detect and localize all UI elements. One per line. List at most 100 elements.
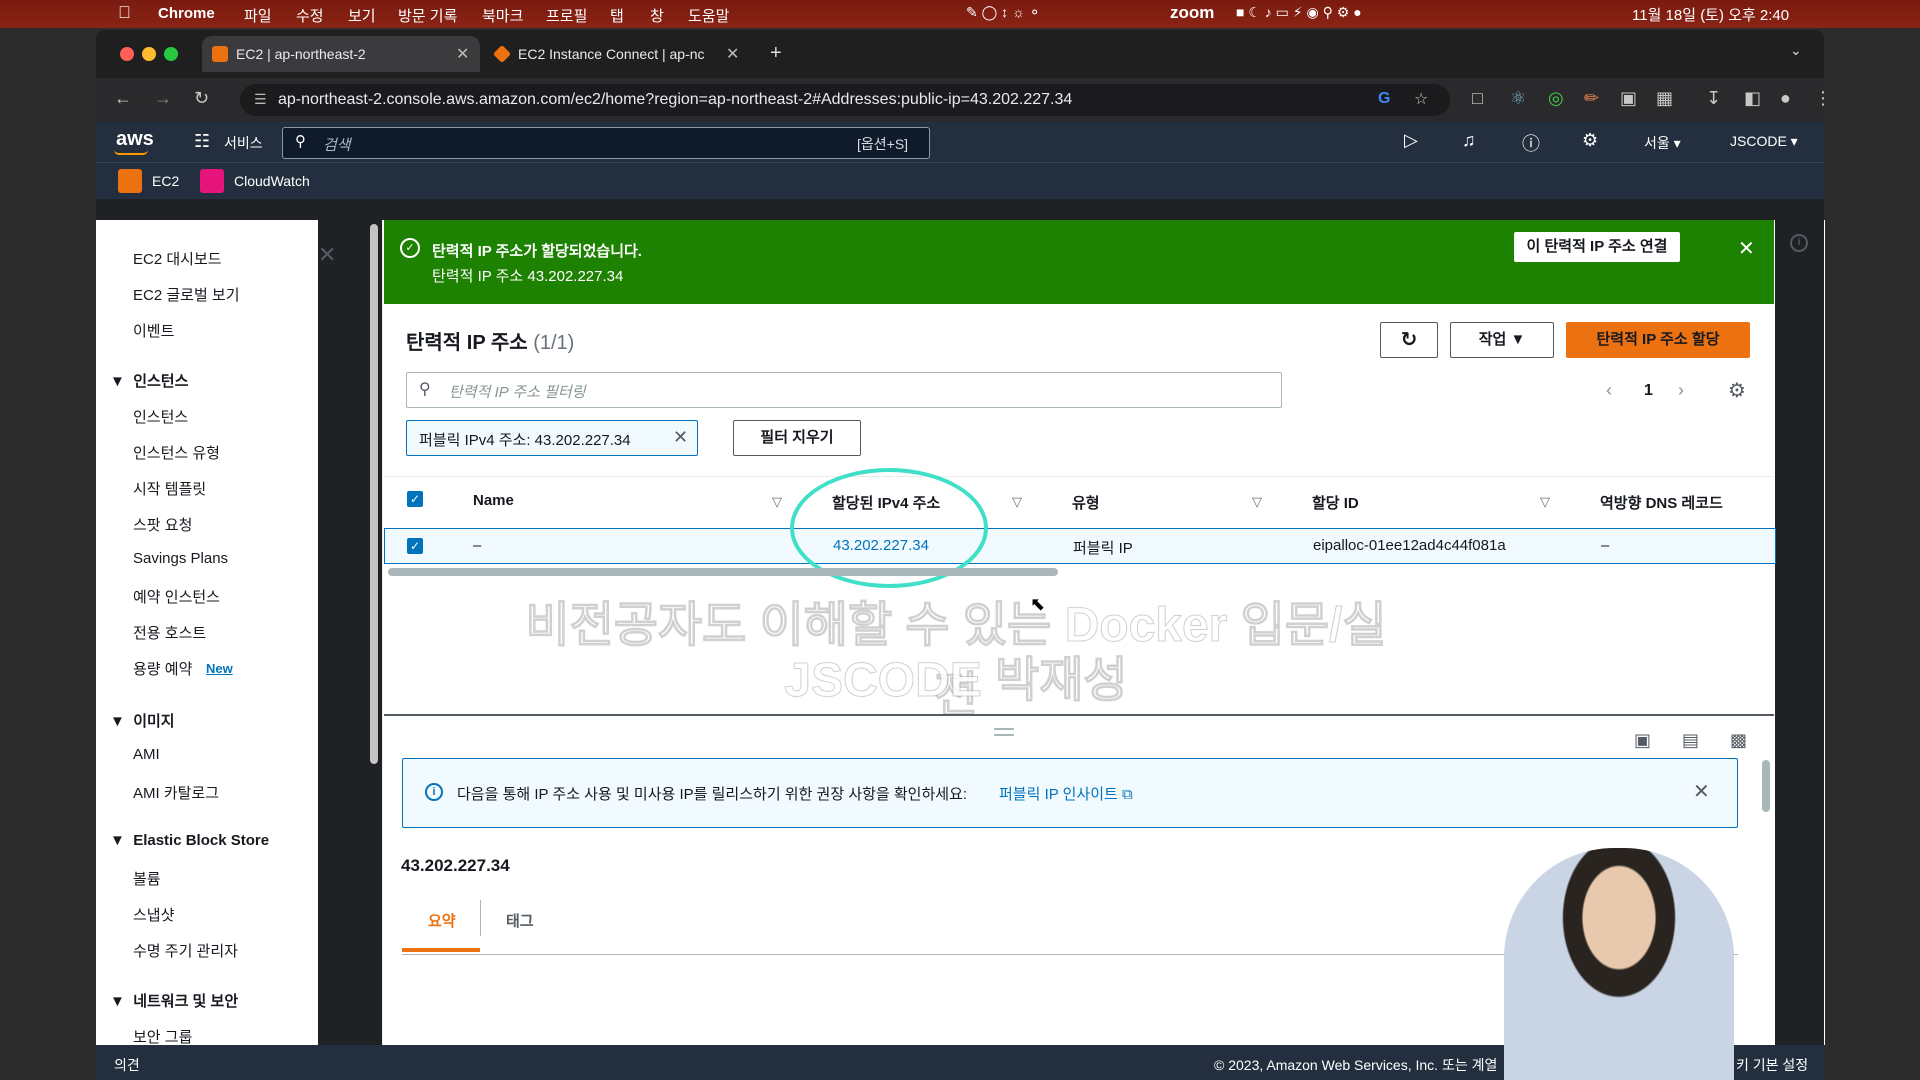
actions-dropdown[interactable]: 작업 ▼ <box>1450 322 1554 358</box>
remove-filter-icon[interactable]: ✕ <box>673 427 688 448</box>
favorite-ec2[interactable]: EC2 <box>152 173 179 189</box>
horizontal-scrollbar[interactable] <box>388 568 1058 576</box>
tray-icons[interactable]: ■ ☾ ♪ ▭ ⚡ ◉ ⚲ ⚙ ● <box>1236 4 1362 21</box>
favorite-cloudwatch[interactable]: CloudWatch <box>234 173 310 189</box>
tab-tags[interactable]: 태그 <box>506 910 534 931</box>
sidebar-item-events[interactable]: 이벤트 <box>133 320 174 341</box>
sort-icon[interactable]: ▽ <box>772 494 782 510</box>
sidebar-section-ebs[interactable]: ▼ Elastic Block Store <box>110 832 269 849</box>
minimize-window-button[interactable] <box>142 47 156 61</box>
zoom-status[interactable]: zoom <box>1170 3 1214 23</box>
sidebar-item-ami-catalog[interactable]: AMI 카탈로그 <box>133 782 219 803</box>
status-icons[interactable]: ✎ ◯ ↕ ☼ ⚬ <box>966 4 1041 21</box>
sort-icon[interactable]: ▽ <box>1252 494 1262 510</box>
cloudshell-icon[interactable]: ▷ <box>1404 130 1418 151</box>
column-header-name[interactable]: Name <box>473 492 514 509</box>
notifications-bell-icon[interactable]: ♫ <box>1462 130 1476 151</box>
sort-icon[interactable]: ▽ <box>1012 494 1022 510</box>
sidebar-item-spot-requests[interactable]: 스팟 요청 <box>133 514 192 535</box>
screenshot-extension-icon[interactable]: □ <box>1472 88 1483 109</box>
column-header-reverse-dns[interactable]: 역방향 DNS 레코드 <box>1600 492 1723 513</box>
address-bar[interactable]: ☰ ap-northeast-2.console.aws.amazon.com/… <box>240 84 1450 116</box>
feedback-link[interactable]: 의견 <box>114 1055 140 1075</box>
preferences-gear-icon[interactable]: ⚙ <box>1728 378 1746 403</box>
table-row[interactable]: ✓ – 43.202.227.34 퍼블릭 IP eipalloc-01ee12… <box>384 528 1776 564</box>
sidebar-item-global-view[interactable]: EC2 글로벌 보기 <box>133 284 240 305</box>
drag-handle-icon[interactable] <box>994 728 1014 736</box>
split-close-icon[interactable]: ▩ <box>1730 730 1747 751</box>
sidebar-item-ami[interactable]: AMI <box>133 746 160 763</box>
clear-filters-button[interactable]: 필터 지우기 <box>733 420 861 456</box>
refresh-button[interactable]: ↻ <box>1380 322 1438 358</box>
forward-icon[interactable]: → <box>154 88 172 109</box>
zoom-window-button[interactable] <box>164 47 178 61</box>
site-info-icon[interactable]: ☰ <box>254 91 267 108</box>
sidebar-item-security-groups[interactable]: 보안 그룹 <box>133 1026 192 1047</box>
sidebar-item-instance-types[interactable]: 인스턴스 유형 <box>133 442 220 463</box>
sidebar-scrollbar[interactable] <box>370 224 378 764</box>
detail-scrollbar[interactable] <box>1762 760 1770 812</box>
menu-help[interactable]: 도움말 <box>688 5 729 26</box>
region-selector[interactable]: 서울 ▾ <box>1644 133 1681 153</box>
sidebar-section-images[interactable]: ▼ 이미지 <box>110 710 175 731</box>
close-sidebar-icon[interactable]: ✕ <box>318 242 336 268</box>
close-flash-icon[interactable]: ✕ <box>1738 236 1755 261</box>
url-text[interactable]: ap-northeast-2.console.aws.amazon.com/ec… <box>278 91 1072 109</box>
tab-ec2[interactable]: EC2 | ap-northeast-2 ✕ <box>202 36 480 72</box>
menu-window[interactable]: 창 <box>650 5 664 26</box>
tab-search-icon[interactable]: ⌄ <box>1790 42 1802 59</box>
close-window-button[interactable] <box>120 47 134 61</box>
menu-view[interactable]: 보기 <box>348 5 376 26</box>
more-menu-icon[interactable]: ⋮ <box>1814 88 1824 109</box>
row-checkbox[interactable]: ✓ <box>407 538 423 554</box>
services-grid-icon[interactable]: ☷ <box>194 131 210 152</box>
info-panel-icon[interactable]: i <box>1790 234 1808 252</box>
menu-profile[interactable]: 프로필 <box>546 5 587 26</box>
apple-icon[interactable]:  <box>118 3 131 23</box>
public-ip-insights-link[interactable]: 퍼블릭 IP 인사이트 ⧉ <box>999 783 1133 804</box>
sidebar-item-instances[interactable]: 인스턴스 <box>133 406 188 427</box>
avatar[interactable]: ● <box>1780 88 1791 109</box>
select-all-checkbox[interactable]: ✓ <box>407 491 423 507</box>
sidebar-item-lifecycle-manager[interactable]: 수명 주기 관리자 <box>133 940 238 961</box>
new-tab-icon[interactable]: + <box>770 42 782 65</box>
sidebar-section-instances[interactable]: ▼ 인스턴스 <box>110 370 188 391</box>
close-info-icon[interactable]: ✕ <box>1693 779 1710 804</box>
close-tab-icon[interactable]: ✕ <box>726 44 739 64</box>
download-icon[interactable]: ↧ <box>1706 88 1721 109</box>
next-page-icon[interactable]: › <box>1678 380 1684 401</box>
menu-tab[interactable]: 탭 <box>610 5 624 26</box>
filter-token[interactable]: 퍼블릭 IPv4 주소: 43.202.227.34 ✕ <box>406 420 698 456</box>
menu-file[interactable]: 파일 <box>244 5 272 26</box>
tab-instance-connect[interactable]: EC2 Instance Connect | ap-nc ✕ <box>484 36 754 72</box>
reload-icon[interactable]: ↻ <box>194 88 209 109</box>
tab-summary[interactable]: 요약 <box>428 910 456 931</box>
extensions-puzzle-icon[interactable]: ▦ <box>1656 88 1673 109</box>
bookmark-star-icon[interactable]: ☆ <box>1414 89 1428 109</box>
sidebar-section-network[interactable]: ▼ 네트워크 및 보안 <box>110 990 238 1011</box>
sidebar-item-snapshots[interactable]: 스냅샷 <box>133 904 174 925</box>
previous-page-icon[interactable]: ‹ <box>1606 380 1612 401</box>
menu-clock[interactable]: 11월 18일 (토) 오후 2:40 <box>1632 4 1789 25</box>
menu-history[interactable]: 방문 기록 <box>398 5 457 26</box>
extension-icon[interactable]: ◎ <box>1548 88 1564 109</box>
google-lens-icon[interactable]: G <box>1378 90 1390 108</box>
sidebar-item-volumes[interactable]: 볼륨 <box>133 868 161 889</box>
search-input[interactable]: ⚲ 검색 [옵션+S] <box>282 127 930 159</box>
sidebar-item-dedicated-hosts[interactable]: 전용 호스트 <box>133 622 206 643</box>
sidebar-item-reserved-instances[interactable]: 예약 인스턴스 <box>133 586 220 607</box>
services-menu[interactable]: 서비스 <box>224 133 263 153</box>
menu-edit[interactable]: 수정 <box>296 5 324 26</box>
column-header-type[interactable]: 유형 <box>1072 492 1100 513</box>
react-devtools-icon[interactable]: ⚛ <box>1510 88 1526 109</box>
sidebar-item-dashboard[interactable]: EC2 대시보드 <box>133 248 222 269</box>
aws-logo[interactable]: aws <box>116 128 154 151</box>
sidebar-item-launch-templates[interactable]: 시작 템플릿 <box>133 478 206 499</box>
cookie-preferences-link[interactable]: 키 기본 설정 <box>1736 1055 1808 1075</box>
split-bottom-icon[interactable]: ▣ <box>1634 730 1651 751</box>
sidebar-item-capacity-reservations[interactable]: 용량 예약 <box>133 658 192 679</box>
page-number[interactable]: 1 <box>1644 382 1653 400</box>
menu-bookmarks[interactable]: 북마크 <box>482 5 523 26</box>
app-name[interactable]: Chrome <box>158 5 215 22</box>
extension-icon[interactable]: ▣ <box>1620 88 1637 109</box>
